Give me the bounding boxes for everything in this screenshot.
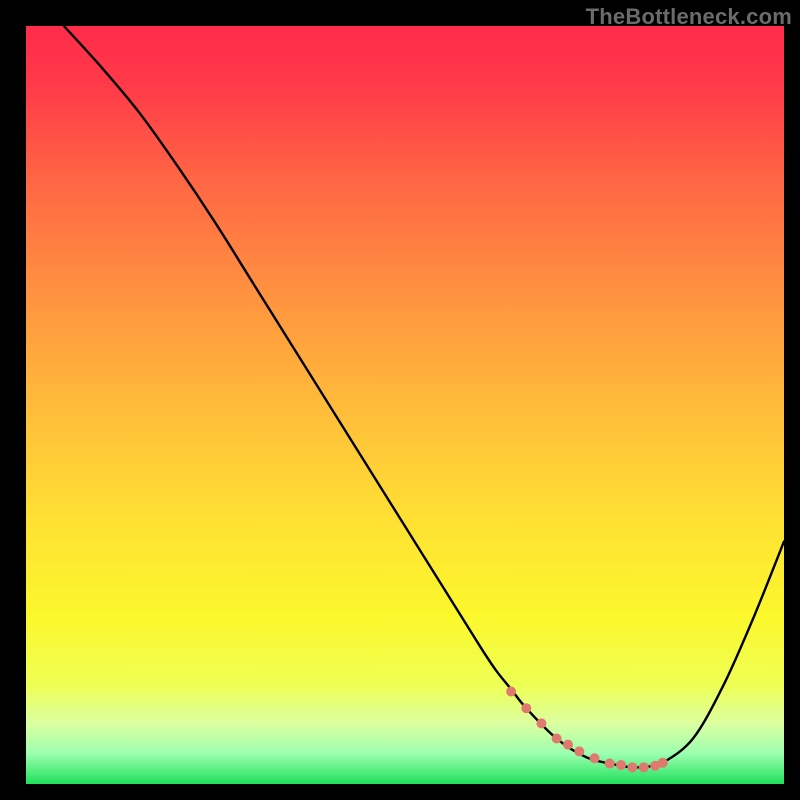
trough-marker <box>563 740 573 750</box>
trough-marker <box>616 760 626 770</box>
trough-marker <box>627 762 637 772</box>
trough-marker <box>521 703 531 713</box>
trough-marker <box>590 753 600 763</box>
trough-marker <box>605 759 615 769</box>
chart-svg <box>0 0 800 800</box>
watermark-text: TheBottleneck.com <box>586 4 792 30</box>
trough-marker <box>639 762 649 772</box>
plot-background <box>26 26 784 784</box>
chart-container: TheBottleneck.com <box>0 0 800 800</box>
trough-marker <box>552 734 562 744</box>
trough-marker <box>536 718 546 728</box>
trough-marker <box>574 746 584 756</box>
trough-marker <box>506 687 516 697</box>
trough-marker <box>658 758 668 768</box>
